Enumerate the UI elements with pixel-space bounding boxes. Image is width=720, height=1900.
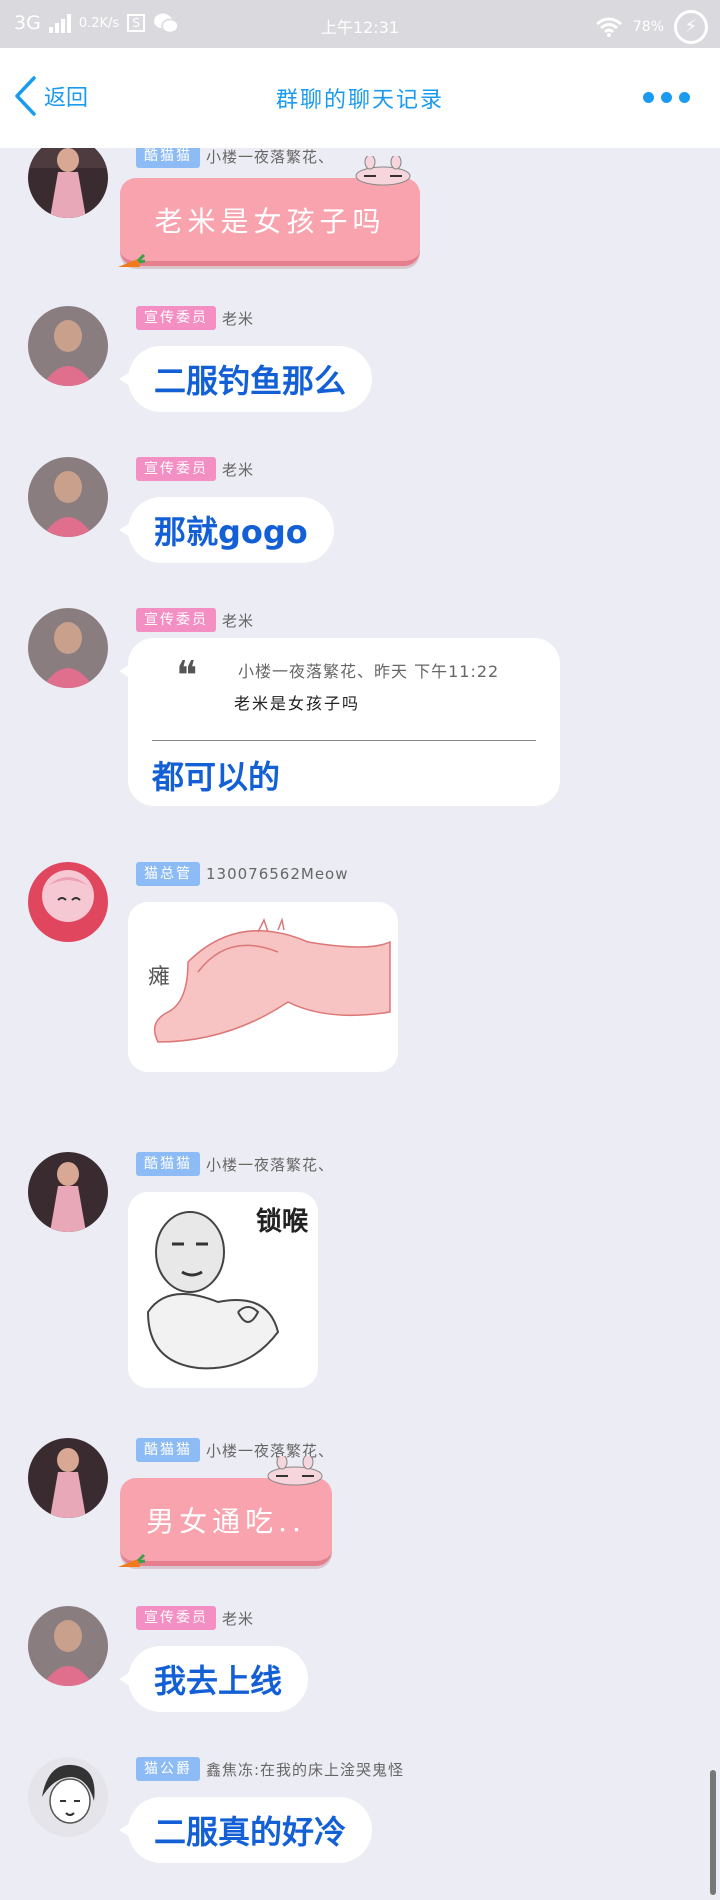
message-meta: 猫总管 130076562Meow xyxy=(136,862,349,886)
message-text: 老米是女孩子吗 xyxy=(154,204,386,238)
battery-percent: 78% xyxy=(632,19,664,35)
page-title: 群聊的聊天记录 xyxy=(275,88,444,113)
quote-icon: ❝ xyxy=(176,653,198,699)
nav-bar: 返回 群聊的聊天记录 xyxy=(0,48,720,148)
scrollbar[interactable] xyxy=(710,1770,716,1895)
message-meta: 宣传委员 老米 xyxy=(136,306,254,330)
role-badge: 宣传委员 xyxy=(136,1606,216,1630)
message-bubble[interactable]: 我去上线 xyxy=(118,1646,309,1712)
role-badge: 酷猫猫 xyxy=(136,1152,200,1176)
role-badge: 酷猫猫 xyxy=(136,148,200,168)
message-item: 猫公爵 鑫焦冻:在我的床上淦哭鬼怪 二服真的好冷 xyxy=(0,1757,720,1877)
avatar[interactable] xyxy=(28,862,108,942)
message-text: 我去上线 xyxy=(154,1662,283,1700)
sender-nickname: 老米 xyxy=(222,611,255,630)
carrot-icon xyxy=(118,253,146,267)
bunny-icon xyxy=(267,1456,323,1486)
avatar[interactable] xyxy=(28,1606,108,1686)
avatar[interactable] xyxy=(28,1438,108,1518)
wifi-icon xyxy=(595,17,622,37)
message-meta: 酷猫猫 小楼一夜落繁花、 xyxy=(136,148,334,168)
message-bubble[interactable]: 老米是女孩子吗 xyxy=(118,156,420,267)
message-meta: 酷猫猫 小楼一夜落繁花、 xyxy=(136,1152,334,1176)
more-icon[interactable] xyxy=(643,92,690,103)
message-item: 宣传委员 老米 那就gogo xyxy=(0,457,720,577)
avatar[interactable] xyxy=(28,148,108,218)
chat-history[interactable]: 酷猫猫 小楼一夜落繁花、 老米是女孩子吗 宣传委员 老米 二服钓鱼那么 宣传委员… xyxy=(0,148,720,1900)
message-bubble[interactable]: 二服钓鱼那么 xyxy=(118,346,373,412)
sticker-caption: 锁喉 xyxy=(256,1206,309,1237)
message-item: 酷猫猫 小楼一夜落繁花、 锁喉 xyxy=(0,1152,720,1388)
message-meta: 宣传委员 老米 xyxy=(136,1606,254,1630)
message-bubble[interactable]: 二服真的好冷 xyxy=(118,1797,373,1863)
sticker-caption: 瘫 xyxy=(148,965,170,990)
quote-divider xyxy=(152,740,536,741)
message-item: 酷猫猫 小楼一夜落繁花、 男女通吃.. xyxy=(0,1438,720,1568)
message-item: 宣传委员 老米 ❝ 小楼一夜落繁花、昨天 下午11:22 老米是女孩子吗 都可以… xyxy=(0,608,720,828)
avatar[interactable] xyxy=(28,1152,108,1232)
quoted-text: 老米是女孩子吗 xyxy=(234,694,361,713)
reply-bubble[interactable]: ❝ 小楼一夜落繁花、昨天 下午11:22 老米是女孩子吗 都可以的 xyxy=(119,638,560,806)
sender-nickname: 小楼一夜落繁花、 xyxy=(206,1155,335,1174)
avatar[interactable] xyxy=(28,608,108,688)
role-badge: 宣传委员 xyxy=(136,457,216,481)
sender-nickname: 老米 xyxy=(222,309,255,328)
status-bar: 3G 0.2K/s S 上午12:31 78% ⚡ xyxy=(0,0,720,48)
role-badge: 猫总管 xyxy=(136,862,200,886)
sender-nickname: 鑫焦冻:在我的床上淦哭鬼怪 xyxy=(206,1760,405,1779)
message-text: 那就gogo xyxy=(154,513,308,551)
status-right: 78% ⚡ xyxy=(595,10,708,44)
message-text: 二服真的好冷 xyxy=(154,1813,347,1851)
message-item: 酷猫猫 小楼一夜落繁花、 老米是女孩子吗 xyxy=(0,148,720,278)
quote-source: 小楼一夜落繁花、昨天 下午11:22 xyxy=(238,662,500,681)
message-bubble[interactable]: 那就gogo xyxy=(119,497,334,563)
role-badge: 猫公爵 xyxy=(136,1757,200,1781)
message-meta: 宣传委员 老米 xyxy=(136,457,254,481)
message-text: 二服钓鱼那么 xyxy=(154,362,347,400)
role-badge: 宣传委员 xyxy=(136,306,216,330)
message-item: 宣传委员 老米 我去上线 xyxy=(0,1606,720,1726)
message-item: 宣传委员 老米 二服钓鱼那么 xyxy=(0,306,720,426)
sender-nickname: 130076562Meow xyxy=(206,865,349,883)
message-text: 男女通吃.. xyxy=(146,1504,306,1538)
sticker-image[interactable]: 锁喉 xyxy=(128,1192,318,1388)
bunny-icon xyxy=(355,156,411,186)
role-badge: 宣传委员 xyxy=(136,608,216,632)
role-badge: 酷猫猫 xyxy=(136,1438,200,1462)
message-meta: 猫公爵 鑫焦冻:在我的床上淦哭鬼怪 xyxy=(136,1757,404,1781)
sender-nickname: 老米 xyxy=(222,1609,255,1628)
carrot-icon xyxy=(118,1553,146,1567)
message-item: 猫总管 130076562Meow 瘫 xyxy=(0,862,720,1072)
sender-nickname: 小楼一夜落繁花、 xyxy=(206,148,335,166)
sticker-image[interactable]: 瘫 xyxy=(128,902,398,1072)
message-bubble[interactable]: 男女通吃.. xyxy=(118,1456,332,1567)
sender-nickname: 老米 xyxy=(222,460,255,479)
charging-icon: ⚡ xyxy=(674,10,708,44)
avatar[interactable] xyxy=(28,306,108,386)
avatar[interactable] xyxy=(28,457,108,537)
message-meta: 宣传委员 老米 xyxy=(136,608,254,632)
avatar[interactable] xyxy=(28,1757,108,1837)
message-text: 都可以的 xyxy=(152,758,281,796)
